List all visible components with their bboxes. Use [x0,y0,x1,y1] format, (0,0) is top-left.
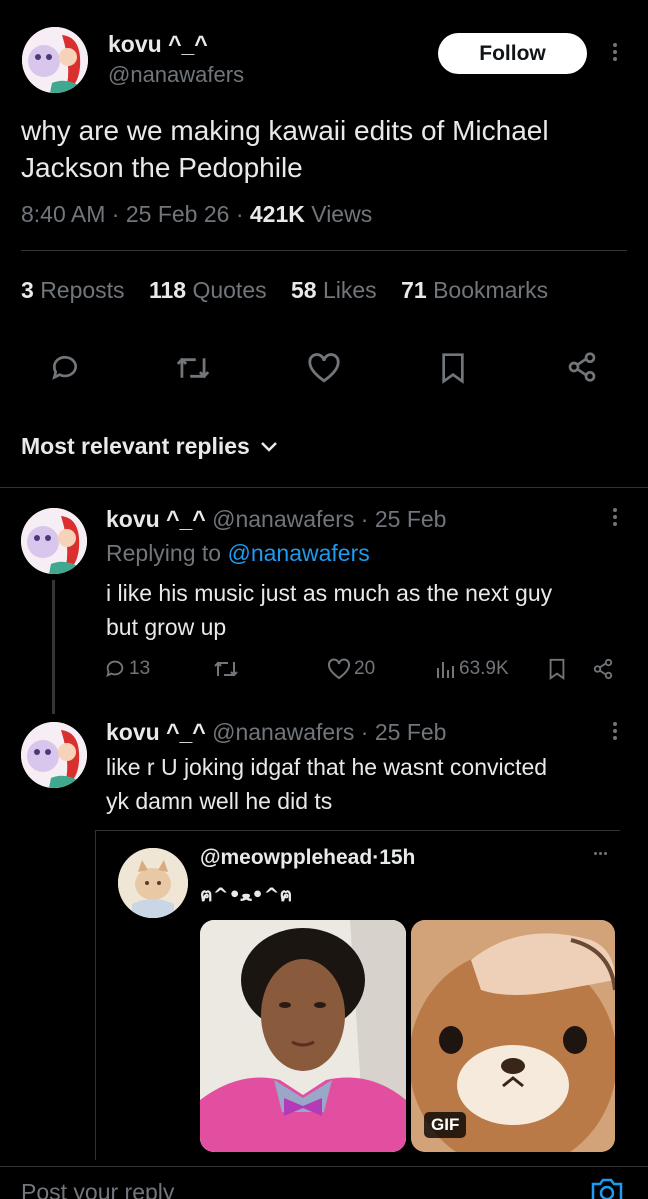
meta-separator: · [354,506,375,532]
repost-icon [214,661,238,677]
likes-label: Likes [322,277,377,303]
author-name[interactable]: kovu ^_^ [108,31,208,58]
reply-author-handle[interactable]: @nanawafers [212,719,354,745]
chevron-down-icon [260,441,277,452]
meta-separator: · [111,201,126,227]
camera-icon[interactable] [590,1176,624,1199]
repost-action[interactable] [213,658,239,680]
bookmarks-stat[interactable]: 71 Bookmarks [401,277,548,303]
meta-separator: · [354,719,375,745]
meta-separator: · [235,201,250,227]
repost-icon[interactable] [175,352,211,384]
sort-replies-dropdown[interactable]: Most relevant replies [21,433,278,460]
sort-label: Most relevant replies [21,433,250,459]
bookmarks-count: 71 [401,277,427,303]
views-action[interactable]: 63.9K [435,658,509,680]
quote-image-photo[interactable] [200,920,406,1152]
post-text-line-1: why are we making kawaii edits of Michae… [21,115,549,146]
like-action[interactable]: 20 [327,658,375,680]
quote-header: @meowpplehead·15h [200,846,415,870]
reply-header: kovu ^_^ @nanawafers · 25 Feb [106,506,446,533]
author-avatar[interactable] [22,27,88,93]
post-stats: 3 Reposts 118 Quotes 58 Likes 71 Bookmar… [21,277,548,304]
like-count: 20 [354,658,376,679]
bookmarks-label: Bookmarks [433,277,549,303]
reposts-label: Reposts [40,277,125,303]
more-options-icon[interactable] [610,508,620,530]
likes-count: 58 [291,277,317,303]
share-action[interactable] [592,658,614,680]
quotes-count: 118 [148,277,187,303]
reply-text-line-1: like r U joking idgaf that he wasnt conv… [106,754,548,780]
bookmark-icon[interactable] [439,352,467,384]
reply-text-line-1: i like his music just as much as the nex… [106,580,553,606]
reply-icon[interactable] [49,352,81,384]
reply-compose-input[interactable]: Post your reply [21,1179,174,1199]
replying-to-handle[interactable]: @nanawafers [227,540,369,566]
post-time[interactable]: 8:40 AM [21,201,105,227]
quotes-label: Quotes [192,277,267,303]
views-count: 63.9K [459,658,509,679]
replying-to-label: Replying to [106,540,222,566]
reply-count: 13 [129,658,151,679]
like-icon [328,658,350,680]
quote-age[interactable]: 15h [379,846,415,869]
bookmark-action[interactable] [547,658,567,680]
reply-date[interactable]: 25 Feb [375,506,447,532]
post-text-line-2: Jackson the Pedophile [21,152,303,183]
more-options-icon[interactable] [610,722,620,744]
thread-line [52,580,55,714]
views-count: 421K [249,201,305,227]
divider [21,250,627,251]
reply-author-handle[interactable]: @nanawafers [212,506,354,532]
post-date[interactable]: 25 Feb 26 [126,201,230,227]
reply-author-name[interactable]: kovu ^_^ [106,506,206,532]
bookmark-icon [549,658,565,680]
share-icon[interactable] [566,351,598,383]
like-icon[interactable] [307,352,341,384]
quote-author-avatar[interactable] [118,848,188,918]
reply-action[interactable]: 13 [104,658,150,680]
reply-text-line-2: but grow up [106,614,227,640]
share-icon [593,658,613,680]
reply-header: kovu ^_^ @nanawafers · 25 Feb [106,719,446,746]
reply-text-line-2: yk damn well he did ts [106,788,333,814]
more-options-icon[interactable] [594,852,607,855]
replying-to: Replying to @nanawafers [106,540,370,567]
reply-icon [106,660,124,678]
likes-stat[interactable]: 58 Likes [291,277,377,303]
quote-author-handle[interactable]: @meowpplehead [200,846,372,869]
views-label: Views [311,201,373,227]
views-icon [437,662,454,678]
divider [0,1166,648,1167]
quotes-stat[interactable]: 118 Quotes [149,277,267,303]
divider [0,487,648,488]
reply-author-avatar[interactable] [21,508,87,574]
reposts-count: 3 [21,277,34,303]
follow-button[interactable]: Follow [438,33,587,74]
reposts-stat[interactable]: 3 Reposts [21,277,125,303]
reply-author-name[interactable]: kovu ^_^ [106,719,206,745]
post-meta: 8:40 AM · 25 Feb 26 · 421K Views [21,201,372,228]
author-handle[interactable]: @nanawafers [108,62,244,88]
reply-date[interactable]: 25 Feb [375,719,447,745]
gif-badge: GIF [424,1112,467,1138]
reply-author-avatar[interactable] [21,722,87,788]
more-options-icon[interactable] [610,43,620,65]
quote-text: ฅ^•ﻌ•^ฅ [200,884,293,906]
